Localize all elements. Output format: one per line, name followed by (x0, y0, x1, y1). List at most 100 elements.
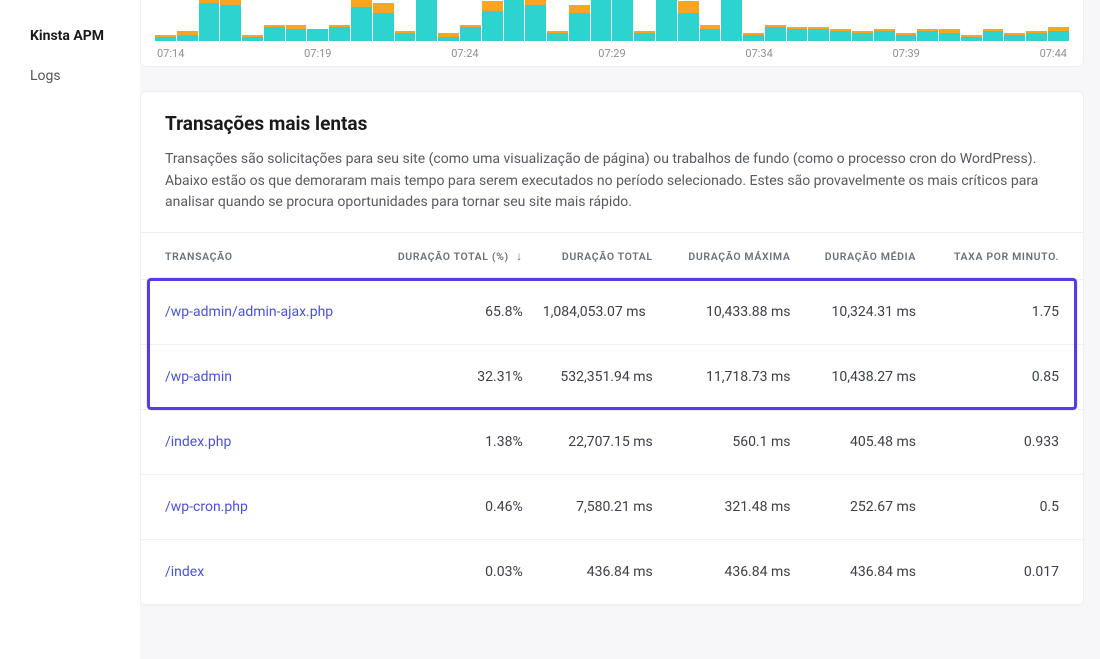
cell-duration-avg: 10,438.27 ms (800, 345, 926, 410)
chart-bar (591, 0, 612, 41)
main-content: 07:14 07:19 07:24 07:29 07:34 07:39 07:44 Tran… (140, 0, 1100, 659)
chart-bar (808, 27, 829, 41)
chart-bar (264, 25, 285, 41)
bar-chart (155, 0, 1069, 41)
cell-duration-total: 7,580.21 ms (533, 475, 663, 540)
cell-duration-total: 1,084,053.07 ms (533, 280, 663, 345)
chart-bar (286, 25, 307, 41)
panel-title: Transações mais lentas (165, 112, 1059, 135)
cell-duration-pct: 32.31% (369, 345, 533, 410)
chart-bar (917, 29, 938, 41)
transaction-link[interactable]: /wp-admin (165, 369, 232, 385)
chart-bar (1048, 27, 1069, 41)
cell-duration-avg: 436.84 ms (800, 540, 926, 605)
cell-duration-max: 321.48 ms (663, 475, 801, 540)
axis-tick: 07:19 (304, 47, 331, 60)
panel-header: Transações mais lentas Transações são so… (141, 92, 1083, 232)
chart-bar (547, 31, 568, 41)
chart-bar (395, 31, 416, 41)
cell-duration-max: 11,718.73 ms (663, 345, 801, 410)
axis-tick: 07:44 (1040, 47, 1067, 60)
sidebar-item-logs[interactable]: Logs (0, 56, 140, 96)
chart-bar (939, 29, 960, 41)
chart-bar (460, 25, 481, 41)
cell-duration-pct: 65.8% (369, 280, 533, 345)
chart-bar (220, 0, 241, 41)
chart-bar (896, 33, 917, 41)
chart-bar (678, 1, 699, 41)
chart-bar (656, 0, 677, 41)
col-duration-total[interactable]: DURAÇÃO TOTAL (533, 233, 663, 280)
panel-description: Transações são solicitações para seu sit… (165, 149, 1059, 214)
cell-duration-max: 436.84 ms (663, 540, 801, 605)
cell-duration-avg: 252.67 ms (800, 475, 926, 540)
cell-rate-per-min: 0.017 (926, 540, 1083, 605)
col-duration-pct[interactable]: DURAÇÃO TOTAL (%) ↓ (369, 233, 533, 280)
chart-bar (525, 0, 546, 41)
chart-bar (242, 35, 263, 41)
cell-duration-total: 436.84 ms (533, 540, 663, 605)
axis-tick: 07:39 (892, 47, 919, 60)
chart-bar (307, 29, 328, 41)
transaction-link[interactable]: /wp-cron.php (165, 499, 248, 515)
app-root: Kinsta APM Logs 07:14 07:19 07:24 07:29 07:3… (0, 0, 1100, 659)
table-row: /wp-admin 32.31%532,351.94 ms11,718.73 ms… (141, 345, 1083, 410)
transaction-link[interactable]: /wp-admin/admin-ajax.php (165, 304, 333, 320)
chart-bar (569, 5, 590, 41)
sidebar: Kinsta APM Logs (0, 0, 140, 659)
chart-x-axis: 07:14 07:19 07:24 07:29 07:34 07:39 07:44 (155, 47, 1069, 60)
chart-bar (961, 35, 982, 41)
chart-bar (787, 27, 808, 41)
chart-bar (852, 31, 873, 41)
chart-bar (765, 25, 786, 41)
chart-bar (329, 25, 350, 41)
table-row: /index.php1.38%22,707.15 ms560.1 ms405.4… (141, 410, 1083, 475)
axis-tick: 07:29 (598, 47, 625, 60)
chart-bar (874, 29, 895, 41)
cell-rate-per-min: 1.75 (926, 280, 1083, 345)
col-rate-per-min[interactable]: TAXA POR MINUTO. (926, 233, 1083, 280)
chart-bar (155, 35, 176, 41)
cell-duration-pct: 0.03% (369, 540, 533, 605)
chart-bar (504, 0, 525, 41)
cell-rate-per-min: 0.933 (926, 410, 1083, 475)
cell-duration-pct: 0.46% (369, 475, 533, 540)
chart-bar (830, 29, 851, 41)
axis-tick: 07:14 (157, 47, 184, 60)
sort-descending-icon: ↓ (516, 249, 523, 263)
chart-bar (438, 33, 459, 41)
cell-duration-max: 10,433.88 ms (663, 280, 801, 345)
chart-bar (983, 29, 1004, 41)
chart-bar (199, 0, 220, 41)
chart-bar (700, 25, 721, 41)
cell-duration-max: 560.1 ms (663, 410, 801, 475)
cell-rate-per-min: 0.5 (926, 475, 1083, 540)
cell-duration-avg: 10,324.31 ms (800, 280, 926, 345)
chart-bar (721, 0, 742, 41)
transaction-link[interactable]: /index.php (165, 434, 231, 450)
chart-bar (1026, 31, 1047, 41)
chart-bar (1004, 33, 1025, 41)
col-transaction[interactable]: TRANSAÇÃO (141, 233, 369, 280)
cell-duration-avg: 405.48 ms (800, 410, 926, 475)
axis-tick: 07:34 (745, 47, 772, 60)
sidebar-item-kinsta-apm[interactable]: Kinsta APM (0, 16, 140, 56)
cell-duration-total: 532,351.94 ms (533, 345, 663, 410)
chart-bar (373, 3, 394, 41)
transaction-link[interactable]: /index (165, 564, 204, 580)
col-duration-max[interactable]: DURAÇÃO MÁXIMA (663, 233, 801, 280)
col-duration-pct-label: DURAÇÃO TOTAL (%) (398, 250, 509, 263)
chart-card: 07:14 07:19 07:24 07:29 07:34 07:39 07:44 (140, 0, 1084, 67)
axis-tick: 07:24 (451, 47, 478, 60)
table-wrapper: TRANSAÇÃO DURAÇÃO TOTAL (%) ↓ DURAÇÃO TO… (141, 232, 1083, 605)
transactions-table: TRANSAÇÃO DURAÇÃO TOTAL (%) ↓ DURAÇÃO TO… (141, 232, 1083, 605)
col-duration-avg[interactable]: DURAÇÃO MÉDIA (800, 233, 926, 280)
chart-bar (416, 0, 437, 41)
chart-bar (482, 1, 503, 41)
chart-bar (743, 33, 764, 41)
table-row: /index0.03%436.84 ms436.84 ms436.84 ms0.… (141, 540, 1083, 605)
table-row: /wp-cron.php 0.46%7,580.21 ms321.48 ms252… (141, 475, 1083, 540)
cell-duration-pct: 1.38% (369, 410, 533, 475)
transactions-panel: Transações mais lentas Transações são so… (140, 91, 1084, 606)
chart-bar (177, 31, 198, 41)
